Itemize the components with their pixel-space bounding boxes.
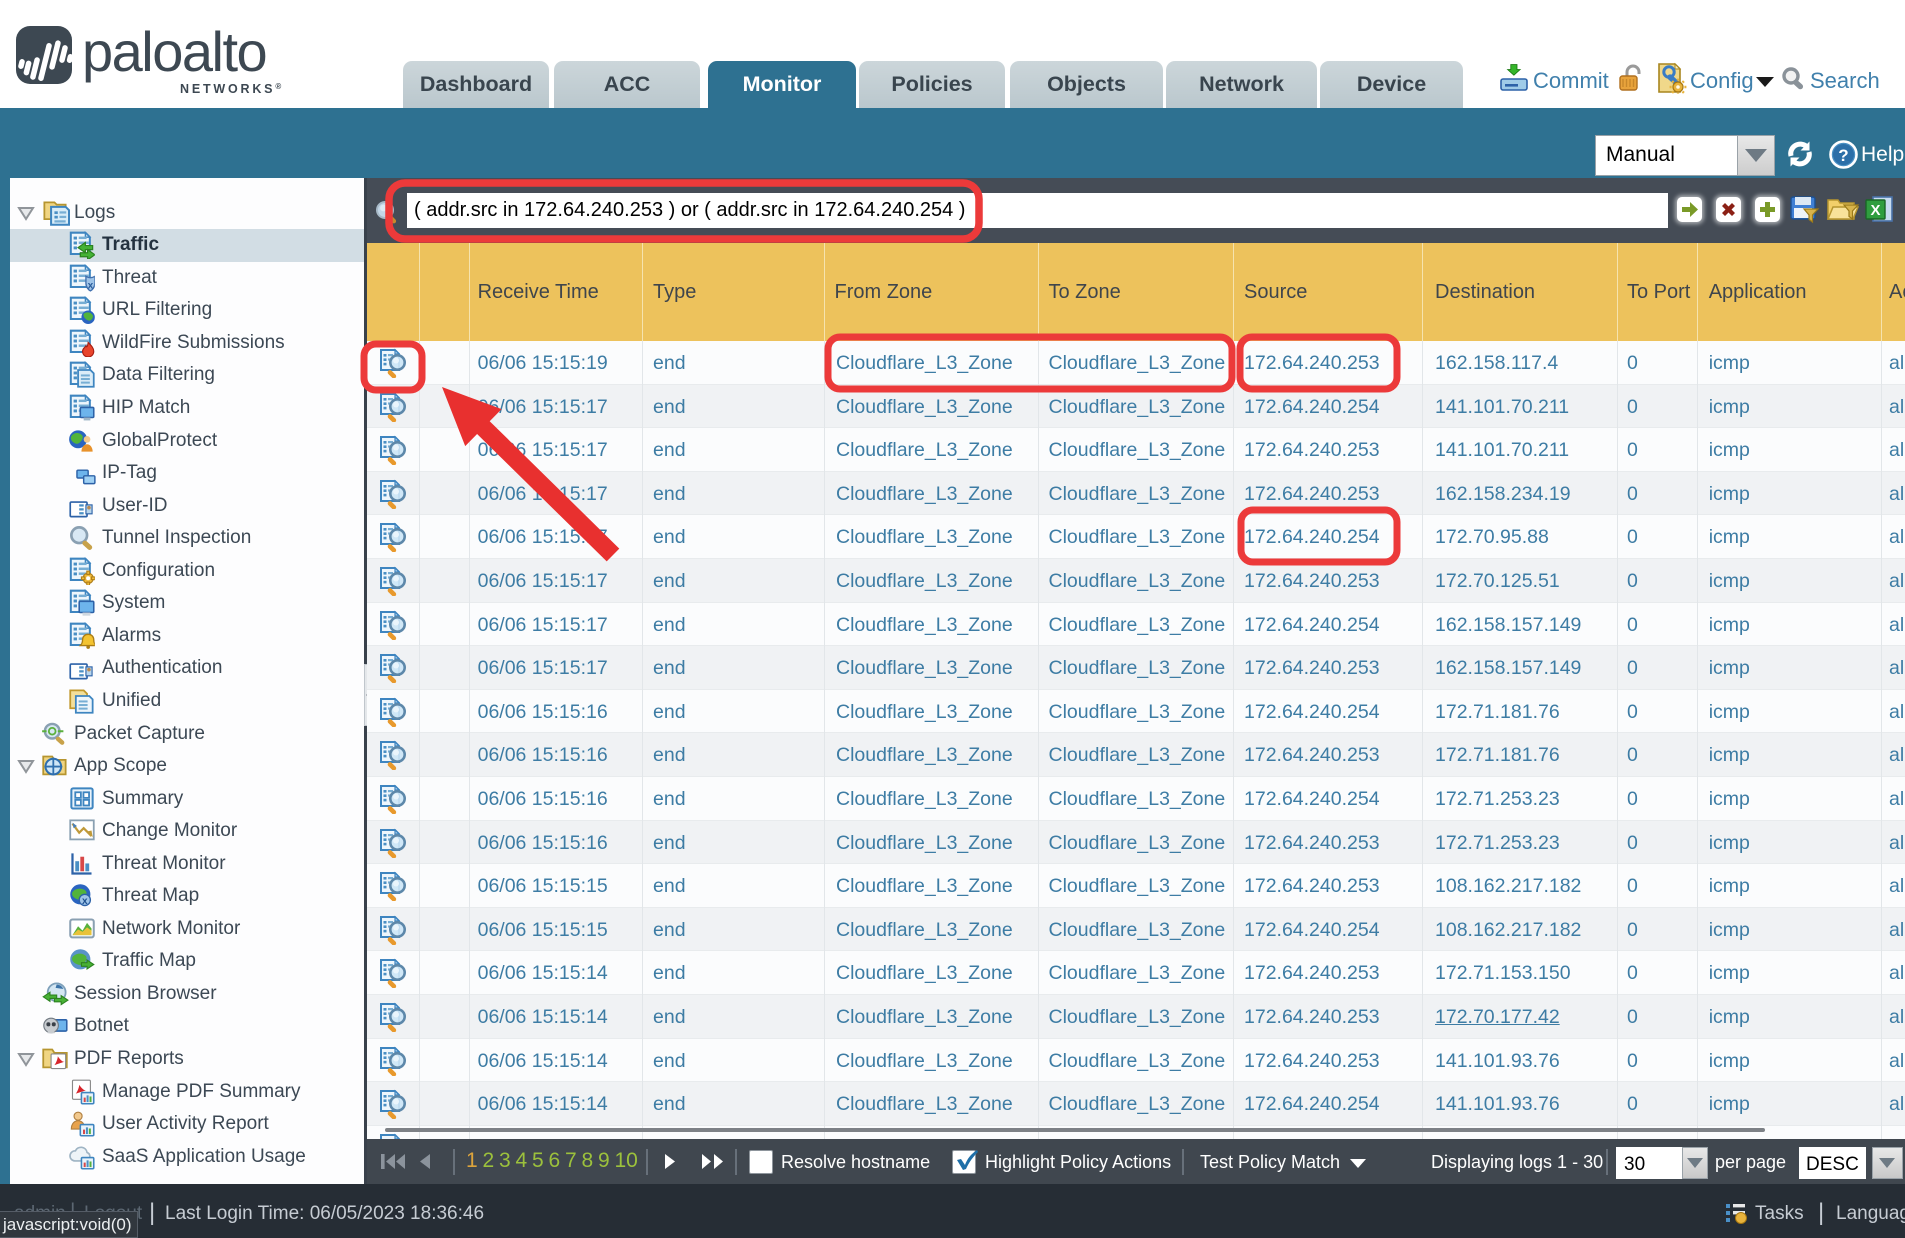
svg-text:X: X: [1870, 202, 1880, 219]
svg-text:x: x: [88, 280, 94, 291]
svg-text:?: ?: [1838, 146, 1848, 165]
svg-text:x: x: [82, 896, 88, 907]
